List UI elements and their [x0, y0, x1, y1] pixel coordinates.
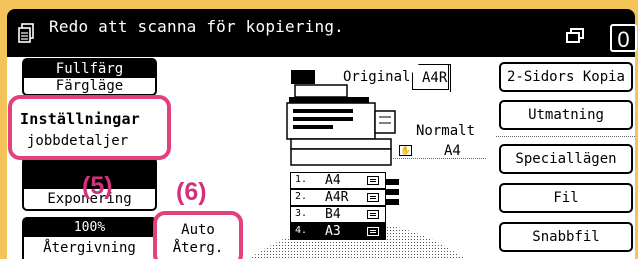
color-mode-button[interactable]: Fullfärg Färgläge	[22, 58, 157, 96]
auto-ratio-button[interactable]: Auto Återg.	[153, 211, 243, 259]
status-message: Redo att scanna för kopiering.	[49, 17, 344, 36]
duplex-copy-button[interactable]: 2-Sidors Kopia	[499, 62, 633, 92]
output-tray-size: A4	[444, 143, 461, 159]
quick-file-button[interactable]: Snabbfil	[499, 222, 633, 252]
main-panel: Fullfärg Färgläge Exponering 100% Återgi…	[7, 57, 635, 259]
copy-ratio-value: 100%	[24, 219, 155, 237]
callout-label-6: (6)	[176, 178, 207, 206]
output-button[interactable]: Utmatning	[499, 100, 633, 130]
tray-paper-icon	[367, 210, 379, 219]
auto-ratio-line1: Auto	[181, 222, 215, 238]
document-icon	[18, 23, 34, 43]
copy-ratio-button[interactable]: 100% Återgivning	[22, 217, 157, 259]
color-mode-label: Färgläge	[55, 78, 124, 94]
output-tray-label: Normalt	[416, 123, 476, 139]
file-button[interactable]: Fil	[499, 183, 633, 213]
special-modes-button[interactable]: Speciallägen	[499, 144, 633, 174]
job-settings-line2: jobbdetaljer	[27, 133, 129, 149]
copy-ratio-label: Återgivning	[43, 240, 136, 256]
tray-paper-icon	[367, 176, 379, 185]
status-bar: Redo att scanna för kopiering. 0	[7, 9, 637, 57]
job-settings-callout[interactable]: Inställningar jobbdetaljer	[8, 95, 171, 160]
tray-size: A4R	[325, 190, 349, 205]
callout-label-5: (5)	[82, 172, 113, 200]
original-icon	[291, 70, 315, 84]
tray-paper-icon	[367, 193, 379, 202]
paper-tray-3[interactable]: 3. B4	[290, 206, 386, 223]
original-label: Original	[343, 69, 411, 85]
copy-count[interactable]: 0	[610, 24, 637, 52]
original-size-outline	[412, 64, 449, 90]
copies-icon	[566, 28, 584, 43]
paper-tray-2[interactable]: 2. A4R	[290, 189, 386, 206]
paper-tray-1[interactable]: 1. A4	[290, 172, 386, 189]
auto-ratio-line2: Återg.	[172, 240, 224, 256]
job-settings-line1: Inställningar	[20, 110, 140, 128]
tray-size: B4	[325, 207, 341, 222]
color-mode-value: Fullfärg	[24, 60, 155, 78]
tray-size: A4	[325, 173, 341, 188]
output-tray-icon: ✋	[399, 145, 412, 156]
tray-paper-icon	[367, 227, 379, 236]
paper-tray-4[interactable]: 4. A3	[290, 223, 386, 240]
tray-size: A3	[325, 224, 341, 239]
